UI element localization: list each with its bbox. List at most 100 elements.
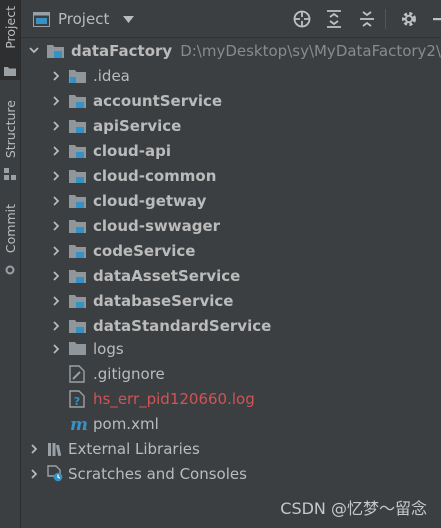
tree-row-module[interactable]: cloud-common: [21, 163, 441, 188]
module-folder-icon: [69, 117, 89, 135]
maven-icon: m: [69, 415, 89, 433]
tree-item-label: .gitignore: [93, 364, 165, 383]
module-folder-icon: [69, 92, 89, 110]
chevron-right-icon[interactable]: [49, 194, 63, 208]
chevron-right-icon[interactable]: [27, 467, 41, 481]
module-folder-icon: [69, 192, 89, 210]
tree-row-log-file[interactable]: ? hs_err_pid120660.log: [21, 386, 441, 411]
root-project-path: D:\myDesktop\sy\MyDataFactory2\dat: [180, 41, 441, 60]
tree-item-label: dataStandardService: [93, 316, 272, 335]
svg-text:?: ?: [74, 395, 80, 408]
folder-icon: [69, 340, 89, 358]
project-toolbar: Project: [21, 0, 441, 38]
tree-row-module[interactable]: apiService: [21, 113, 441, 138]
tree-root-row[interactable]: dataFactory D:\myDesktop\sy\MyDataFactor…: [21, 38, 441, 63]
tree-item-label: cloud-swwager: [93, 216, 221, 235]
module-folder-icon: [69, 167, 89, 185]
chevron-right-icon[interactable]: [49, 69, 63, 83]
tree-item-label: .idea: [93, 66, 130, 85]
chevron-right-icon[interactable]: [49, 342, 63, 356]
module-folder-icon: [69, 317, 89, 335]
tree-row-module[interactable]: codeService: [21, 238, 441, 263]
chevron-right-icon[interactable]: [49, 219, 63, 233]
chevron-down-icon[interactable]: [27, 44, 41, 58]
project-view-icon: [33, 11, 50, 27]
commit-tool-tab[interactable]: Commit: [0, 200, 20, 280]
tree-row-module[interactable]: databaseService: [21, 288, 441, 313]
chevron-right-icon[interactable]: [49, 294, 63, 308]
tree-item-label: cloud-getway: [93, 191, 207, 210]
module-folder-icon: [69, 292, 89, 310]
tree-row-module[interactable]: cloud-api: [21, 138, 441, 163]
tree-item-label: cloud-api: [93, 141, 171, 160]
chevron-right-icon[interactable]: [49, 319, 63, 333]
chevron-right-icon[interactable]: [49, 169, 63, 183]
tree-item-label: databaseService: [93, 291, 234, 310]
toolbar-separator: [385, 9, 386, 29]
tree-row-module[interactable]: .idea: [21, 63, 441, 88]
tree-row-module[interactable]: cloud-getway: [21, 188, 441, 213]
commit-tab-label: Commit: [3, 204, 18, 254]
crosshair-icon: [293, 10, 311, 28]
module-folder-icon: [69, 242, 89, 260]
tree-row-pom[interactable]: m pom.xml: [21, 411, 441, 436]
module-folder-icon: [69, 267, 89, 285]
tree-item-label: External Libraries: [68, 439, 200, 458]
scratches-icon: [47, 465, 65, 483]
project-tree[interactable]: dataFactory D:\myDesktop\sy\MyDataFactor…: [21, 38, 441, 528]
hide-panel-button[interactable]: [433, 0, 441, 38]
module-folder-icon: [69, 142, 89, 160]
tree-item-label: codeService: [93, 241, 196, 260]
tree-row-logs[interactable]: logs: [21, 336, 441, 361]
structure-tab-label: Structure: [3, 100, 18, 159]
chevron-right-icon[interactable]: [49, 119, 63, 133]
tree-row-module[interactable]: dataAssetService: [21, 263, 441, 288]
settings-button[interactable]: [400, 0, 418, 38]
tree-row-external-libraries[interactable]: External Libraries: [21, 436, 441, 461]
svg-text:m: m: [70, 416, 87, 432]
tree-item-label: hs_err_pid120660.log: [93, 389, 255, 408]
tree-row-gitignore[interactable]: .gitignore: [21, 361, 441, 386]
tree-item-label: dataAssetService: [93, 266, 241, 285]
folder-icon: [69, 67, 89, 85]
tree-item-label: pom.xml: [93, 414, 159, 433]
tree-item-label: cloud-common: [93, 166, 217, 185]
toolbar-title: Project: [58, 10, 110, 28]
tree-row-scratches[interactable]: Scratches and Consoles: [21, 461, 441, 486]
project-tab-label: Project: [3, 6, 18, 49]
chevron-right-icon[interactable]: [49, 94, 63, 108]
minimize-icon: [433, 17, 441, 21]
chevron-right-icon[interactable]: [49, 244, 63, 258]
root-project-name: dataFactory: [71, 41, 173, 60]
collapse-all-button[interactable]: [359, 0, 375, 38]
folder-icon: [4, 62, 16, 80]
tool-window-stripe: Project Structure Commit: [0, 0, 21, 528]
tree-row-module[interactable]: accountService: [21, 88, 441, 113]
watermark: CSDN @忆梦～留念: [280, 499, 427, 518]
library-icon: [47, 440, 65, 458]
commit-icon: [4, 262, 16, 280]
gitignore-file-icon: [69, 364, 89, 383]
tree-item-label: Scratches and Consoles: [68, 464, 247, 483]
gear-icon: [400, 10, 418, 28]
module-folder-icon: [69, 217, 89, 235]
module-folder-icon: [47, 42, 67, 60]
locate-button[interactable]: [293, 0, 311, 38]
structure-tool-tab[interactable]: Structure: [0, 96, 20, 186]
structure-icon: [4, 166, 16, 184]
chevron-down-icon[interactable]: [123, 15, 135, 23]
tree-item-label: accountService: [93, 91, 223, 110]
collapse-all-icon: [359, 10, 375, 28]
project-tool-tab[interactable]: Project: [0, 0, 20, 80]
expand-all-icon: [326, 10, 342, 28]
project-view-selector[interactable]: Project: [33, 0, 135, 38]
tree-item-label: apiService: [93, 116, 182, 135]
tree-item-label: logs: [93, 339, 124, 358]
unknown-file-icon: ?: [69, 389, 89, 408]
chevron-right-icon[interactable]: [49, 269, 63, 283]
expand-all-button[interactable]: [326, 0, 342, 38]
tree-row-module[interactable]: cloud-swwager: [21, 213, 441, 238]
chevron-right-icon[interactable]: [27, 442, 41, 456]
tree-row-module[interactable]: dataStandardService: [21, 313, 441, 338]
chevron-right-icon[interactable]: [49, 144, 63, 158]
